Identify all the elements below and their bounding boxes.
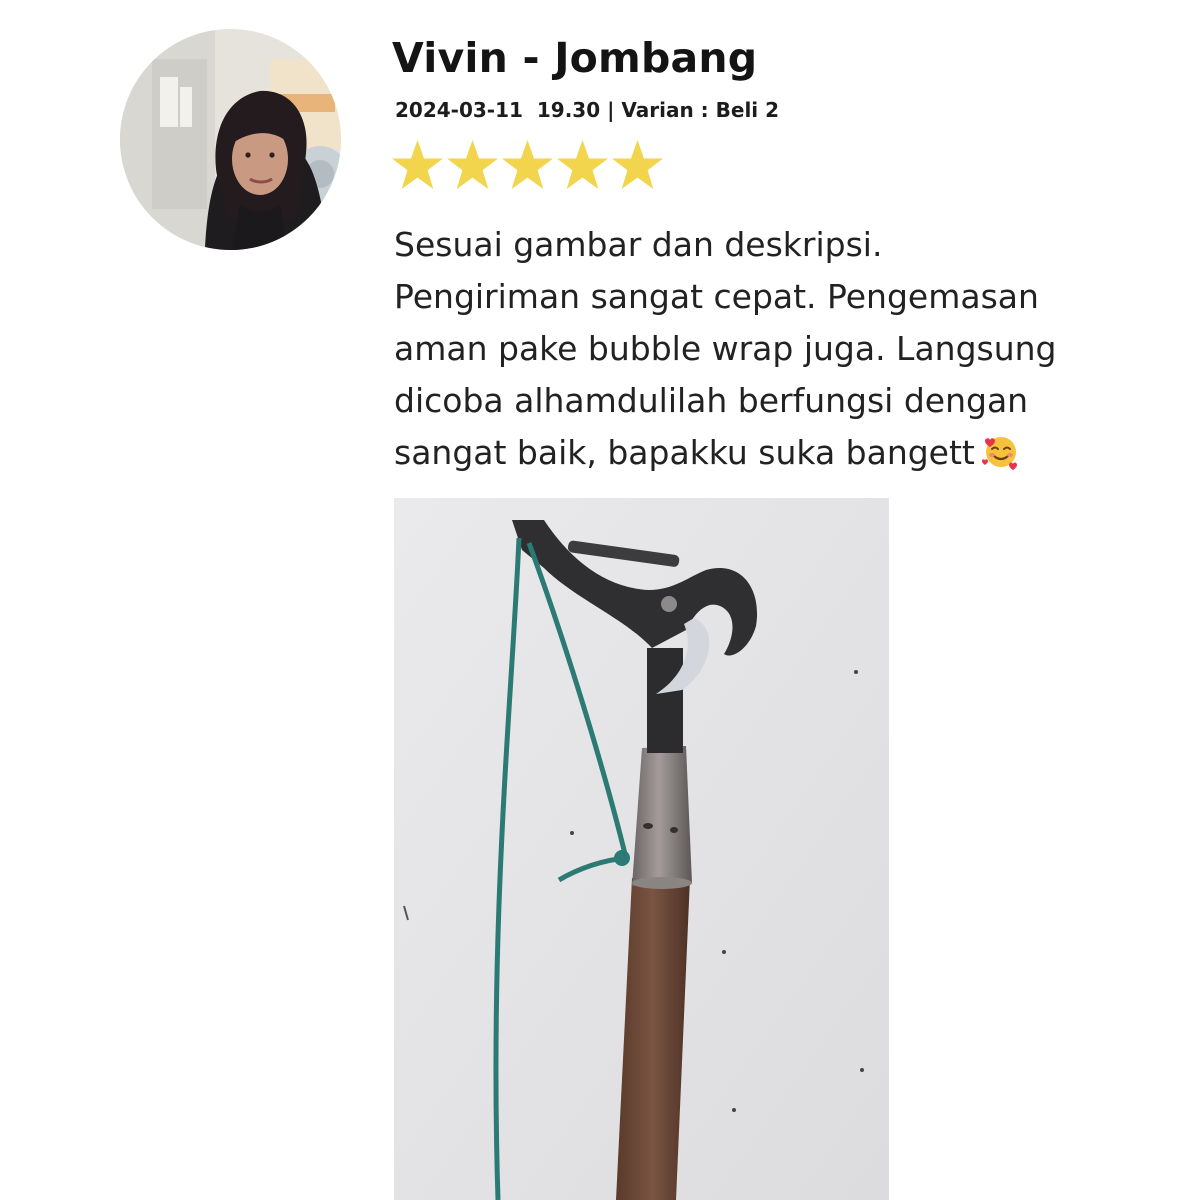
review-line: Sesuai gambar dan deskripsi.: [394, 225, 883, 264]
pole-pruner-photo[interactable]: [394, 498, 889, 1200]
star-icon: [612, 140, 663, 189]
reviewer-name: Vivin - Jombang: [392, 34, 758, 82]
rating-stars: [391, 138, 664, 194]
star-icon: [392, 140, 443, 189]
review-meta: 2024-03-11 19.30 | Varian : Beli 2: [395, 98, 780, 122]
reviewer-avatar: [120, 29, 341, 250]
smiling-face-with-hearts-icon: [981, 437, 1017, 470]
review-variant: Varian : Beli 2: [621, 98, 780, 122]
review-line-last: sangat baik, bapakku suka bangett: [394, 427, 1154, 479]
star-icon: [447, 140, 498, 189]
review-time: 19.30: [536, 98, 601, 122]
review-line: dicoba alhamdulilah berfungsi dengan: [394, 381, 1029, 420]
star-icon: [502, 140, 553, 189]
review-date: 2024-03-11: [395, 98, 523, 122]
star-icon: [557, 140, 608, 189]
review-line: aman pake bubble wrap juga. Langsung: [394, 329, 1057, 368]
review-line: Pengiriman sangat cepat. Pengemasan: [394, 277, 1039, 316]
review-text: Sesuai gambar dan deskripsi. Pengiriman …: [394, 219, 1154, 479]
review-line: sangat baik, bapakku suka bangett: [394, 433, 975, 472]
